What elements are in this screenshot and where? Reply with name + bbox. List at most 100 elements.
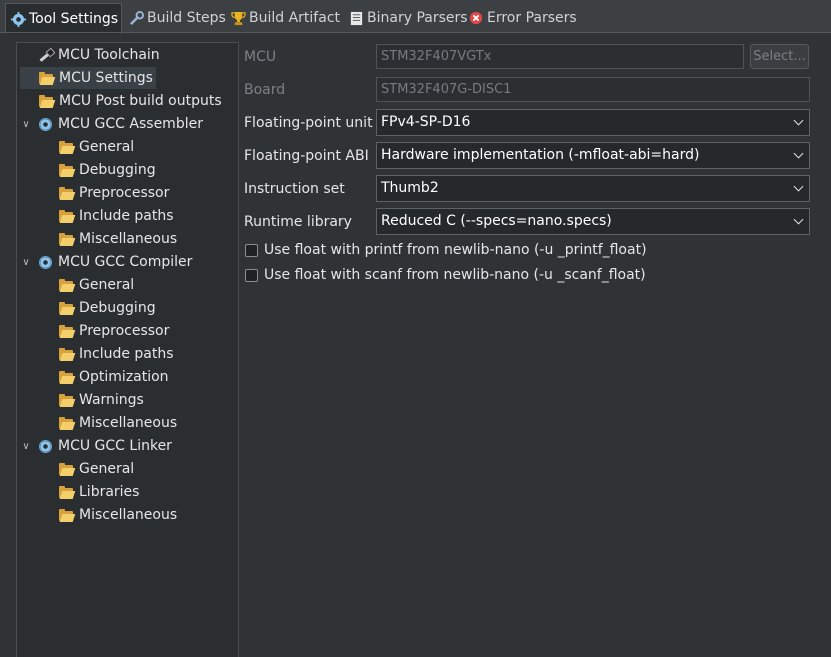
- chevron-down-icon[interactable]: ∨: [20, 256, 32, 268]
- gear-icon: [10, 11, 26, 27]
- chevron-down-icon[interactable]: ∨: [20, 440, 32, 452]
- folder-icon: [58, 508, 76, 523]
- tree-item-linker-miscellaneous[interactable]: Miscellaneous: [40, 504, 238, 526]
- tree-item-compiler-debugging[interactable]: Debugging: [40, 297, 238, 319]
- tree-item-label: Include paths: [79, 346, 174, 362]
- tree-item-label: General: [79, 139, 135, 155]
- tree-item-mcu-post-build-outputs[interactable]: MCU Post build outputs: [20, 90, 238, 112]
- chevron-down-icon[interactable]: ∨: [20, 118, 32, 130]
- tree-item-label: MCU GCC Assembler: [58, 116, 203, 132]
- tree-item-mcu-settings[interactable]: MCU Settings: [20, 67, 156, 89]
- mcu-label: MCU: [244, 49, 277, 65]
- instruction-set-select[interactable]: Thumb2: [376, 175, 810, 202]
- abi-select[interactable]: Hardware implementation (-mfloat-abi=har…: [376, 142, 810, 169]
- tree-item-linker-libraries[interactable]: Libraries: [40, 481, 238, 503]
- tree-item-label: Include paths: [79, 208, 174, 224]
- printf-float-label: Use float with printf from newlib-nano (…: [264, 242, 647, 258]
- tree-item-compiler-general[interactable]: General: [40, 274, 238, 296]
- settings-tree[interactable]: MCU Toolchain MCU Settings MCU Post buil…: [16, 42, 239, 657]
- gear-icon: [38, 439, 53, 454]
- folder-icon: [38, 71, 56, 86]
- tree-item-compiler-include-paths[interactable]: Include paths: [40, 343, 238, 365]
- folder-icon: [58, 370, 76, 385]
- tree-item-compiler-warnings[interactable]: Warnings: [40, 389, 238, 411]
- tree-item-label: Miscellaneous: [79, 415, 178, 431]
- tab-error-parsers[interactable]: Error Parsers: [464, 4, 577, 32]
- scanf-float-option[interactable]: Use float with scanf from newlib-nano (-…: [245, 267, 646, 283]
- tab-build-artifact[interactable]: Build Artifact: [226, 4, 340, 32]
- instruction-set-value: Thumb2: [381, 180, 439, 196]
- mcu-field: STM32F407VGTx: [376, 44, 744, 69]
- tab-tool-settings[interactable]: Tool Settings: [5, 3, 122, 34]
- runtime-library-select[interactable]: Reduced C (--specs=nano.specs): [376, 208, 810, 235]
- tree-item-label: Libraries: [79, 484, 140, 500]
- fpu-label: Floating-point unit: [244, 115, 373, 131]
- tree-item-label: General: [79, 277, 135, 293]
- tree-item-mcu-gcc-linker[interactable]: ∨ MCU GCC Linker: [20, 435, 238, 457]
- folder-icon: [58, 485, 76, 500]
- tree-item-assembler-include-paths[interactable]: Include paths: [40, 205, 238, 227]
- tree-item-assembler-debugging[interactable]: Debugging: [40, 159, 238, 181]
- tab-build-steps[interactable]: Build Steps: [124, 4, 226, 32]
- tree-item-mcu-toolchain[interactable]: MCU Toolchain: [20, 44, 238, 66]
- folder-icon: [58, 416, 76, 431]
- tree-item-label: MCU Toolchain: [58, 47, 160, 63]
- tree-item-label: Warnings: [79, 392, 144, 408]
- tab-divider: [0, 32, 831, 33]
- tab-binary-parsers[interactable]: Binary Parsers: [344, 4, 468, 32]
- printf-float-checkbox[interactable]: [245, 243, 258, 257]
- select-mcu-button[interactable]: Select...: [750, 44, 809, 69]
- tree-item-label: MCU GCC Linker: [58, 438, 172, 454]
- tab-label: Error Parsers: [487, 10, 577, 26]
- folder-icon: [58, 278, 76, 293]
- printf-float-option[interactable]: Use float with printf from newlib-nano (…: [245, 242, 647, 258]
- document-icon: [348, 10, 364, 26]
- tab-label: Binary Parsers: [367, 10, 468, 26]
- tree-item-assembler-preprocessor[interactable]: Preprocessor: [40, 182, 238, 204]
- tree-item-label: Miscellaneous: [79, 231, 178, 247]
- tree-item-compiler-preprocessor[interactable]: Preprocessor: [40, 320, 238, 342]
- tree-item-compiler-optimization[interactable]: Optimization: [40, 366, 238, 388]
- chevron-down-icon: [787, 176, 809, 201]
- scanf-float-checkbox[interactable]: [245, 268, 258, 282]
- folder-icon: [58, 140, 76, 155]
- runtime-library-value: Reduced C (--specs=nano.specs): [381, 213, 612, 229]
- gear-icon: [38, 117, 53, 132]
- abi-label: Floating-point ABI: [244, 148, 369, 164]
- scanf-float-label: Use float with scanf from newlib-nano (-…: [264, 267, 646, 283]
- folder-icon: [58, 163, 76, 178]
- tree-item-label: MCU Post build outputs: [59, 93, 222, 109]
- tree-item-compiler-miscellaneous[interactable]: Miscellaneous: [40, 412, 238, 434]
- tree-item-linker-general[interactable]: General: [40, 458, 238, 480]
- tab-label: Build Artifact: [249, 10, 340, 26]
- tree-item-label: Optimization: [79, 369, 169, 385]
- fpu-value: FPv4-SP-D16: [381, 114, 471, 130]
- fpu-select[interactable]: FPv4-SP-D16: [376, 109, 810, 136]
- board-field: STM32F407G-DISC1: [376, 77, 810, 102]
- gear-icon: [38, 255, 53, 270]
- wand-icon: [38, 47, 56, 63]
- tree-item-assembler-general[interactable]: General: [40, 136, 238, 158]
- instruction-set-label: Instruction set: [244, 181, 345, 197]
- folder-icon: [58, 232, 76, 247]
- folder-icon: [58, 324, 76, 339]
- tab-strip: Tool Settings Build Steps Build Artifact…: [0, 0, 831, 34]
- tab-label: Build Steps: [147, 10, 226, 26]
- tab-label: Tool Settings: [29, 11, 119, 27]
- runtime-library-label: Runtime library: [244, 214, 352, 230]
- tree-item-label: General: [79, 461, 135, 477]
- folder-icon: [58, 462, 76, 477]
- tree-item-mcu-gcc-assembler[interactable]: ∨ MCU GCC Assembler: [20, 113, 238, 135]
- chevron-down-icon: [787, 143, 809, 168]
- folder-icon: [58, 186, 76, 201]
- trophy-icon: [230, 10, 246, 26]
- folder-icon: [58, 301, 76, 316]
- chevron-down-icon: [787, 110, 809, 135]
- folder-icon: [58, 393, 76, 408]
- tree-item-label: MCU GCC Compiler: [58, 254, 193, 270]
- tree-item-assembler-miscellaneous[interactable]: Miscellaneous: [40, 228, 238, 250]
- error-icon: [468, 10, 484, 26]
- tree-item-mcu-gcc-compiler[interactable]: ∨ MCU GCC Compiler: [20, 251, 238, 273]
- abi-value: Hardware implementation (-mfloat-abi=har…: [381, 147, 700, 163]
- tree-item-label: Preprocessor: [79, 185, 170, 201]
